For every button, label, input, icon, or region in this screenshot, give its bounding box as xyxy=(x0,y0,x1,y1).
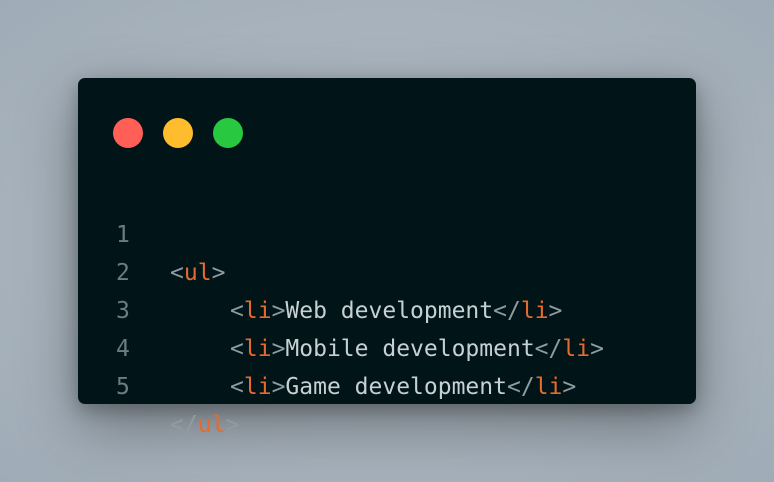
tag-bracket: > xyxy=(225,412,240,438)
code-line: 4 <li>Game development</li> xyxy=(78,292,696,400)
code-line: 2 <li>Web development</li> xyxy=(78,216,696,324)
line-content: </ul> xyxy=(170,406,239,444)
tag-name: li xyxy=(243,374,272,400)
tag-bracket: > xyxy=(562,374,577,400)
close-icon[interactable] xyxy=(113,118,143,148)
tag-name: ul xyxy=(197,412,226,438)
tag-bracket: </ xyxy=(170,412,198,438)
line-number: 5 xyxy=(116,374,130,400)
tag-bracket: </ xyxy=(506,374,535,400)
tag-name: li xyxy=(534,374,563,400)
line-content: <li>Game development</li> xyxy=(170,368,576,406)
tag-bracket: > xyxy=(271,374,286,400)
element-text: Game development xyxy=(285,374,507,400)
code-line: 1 <ul> xyxy=(78,178,696,286)
minimize-icon[interactable] xyxy=(163,118,193,148)
code-line: 3 <li>Mobile development</li> xyxy=(78,254,696,362)
code-window: 1 <ul> 2 <li>Web development</li> 3 <li>… xyxy=(78,78,696,438)
code-line: 5 </ul> xyxy=(78,330,696,438)
maximize-icon[interactable] xyxy=(213,118,243,148)
tag-bracket: < xyxy=(230,374,244,400)
code-block: 1 <ul> 2 <li>Web development</li> 3 <li>… xyxy=(78,178,696,438)
window-controls xyxy=(113,118,243,148)
